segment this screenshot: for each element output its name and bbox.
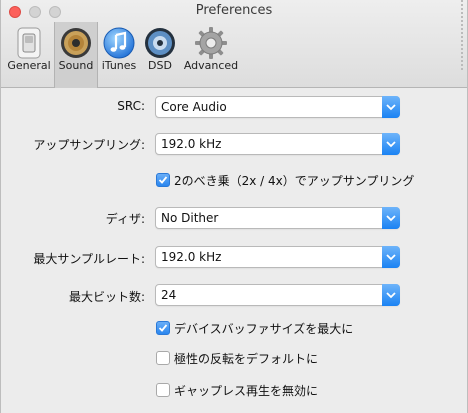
tab-general[interactable]: General xyxy=(5,22,53,88)
tab-advanced[interactable]: Advanced xyxy=(181,22,241,88)
gear-icon xyxy=(194,26,228,60)
preferences-window: Preferences General Sound iTunes DSD Adv… xyxy=(0,0,468,413)
tab-sound[interactable]: Sound xyxy=(54,22,98,88)
max-bits-label: 最大ビット数: xyxy=(68,290,145,304)
dither-label: ディザ: xyxy=(105,212,145,226)
src-select[interactable]: Core Audio xyxy=(155,96,400,118)
max-sample-rate-value: 192.0 kHz xyxy=(161,250,222,264)
max-device-buffer-label: デバイスバッファサイズを最大に xyxy=(174,322,354,336)
dropdown-chevron-icon xyxy=(382,96,400,118)
disable-gapless-label: ギャップレス再生を無効に xyxy=(174,384,319,398)
tab-dsd-label: DSD xyxy=(148,59,172,72)
tab-itunes[interactable]: iTunes xyxy=(99,22,139,88)
itunes-icon xyxy=(102,26,136,60)
power-of-two-label: 2のべき乗（2x / 4x）でアップサンプリング xyxy=(174,174,415,188)
upsampling-select[interactable]: 192.0 kHz xyxy=(155,133,400,155)
dropdown-chevron-icon xyxy=(382,133,400,155)
dither-value: No Dither xyxy=(161,211,219,225)
dropdown-chevron-icon xyxy=(382,284,400,306)
max-bits-value: 24 xyxy=(161,288,177,302)
dropdown-chevron-icon xyxy=(382,207,400,229)
tab-itunes-label: iTunes xyxy=(101,59,137,72)
title-bar: Preferences General Sound iTunes DSD Adv… xyxy=(1,0,467,88)
tab-advanced-label: Advanced xyxy=(183,59,239,72)
speaker-icon xyxy=(59,26,93,60)
invert-polarity-checkbox[interactable] xyxy=(156,351,170,365)
window-edge-decoration xyxy=(461,0,463,70)
window-title: Preferences xyxy=(195,3,273,18)
sound-settings-panel: SRC: Core Audio アップサンプリング: 192.0 kHz 2のべ… xyxy=(1,88,467,413)
upsampling-label: アップサンプリング: xyxy=(33,138,145,152)
switch-icon xyxy=(12,26,46,60)
max-bits-select[interactable]: 24 xyxy=(155,284,400,306)
tab-dsd[interactable]: DSD xyxy=(140,22,180,88)
max-device-buffer-checkbox[interactable] xyxy=(156,321,170,335)
src-value: Core Audio xyxy=(161,100,227,114)
max-sample-rate-label: 最大サンプルレート: xyxy=(33,252,145,266)
dsd-disc-icon xyxy=(143,26,177,60)
power-of-two-checkbox[interactable] xyxy=(156,173,170,187)
upsampling-value: 192.0 kHz xyxy=(161,137,222,151)
max-sample-rate-select[interactable]: 192.0 kHz xyxy=(155,246,400,268)
dropdown-chevron-icon xyxy=(382,246,400,268)
disable-gapless-checkbox[interactable] xyxy=(156,383,170,397)
tab-sound-label: Sound xyxy=(58,59,94,72)
src-label: SRC: xyxy=(117,99,145,113)
tab-general-label: General xyxy=(7,59,51,72)
invert-polarity-label: 極性の反転をデフォルトに xyxy=(174,352,319,366)
dither-select[interactable]: No Dither xyxy=(155,207,400,229)
